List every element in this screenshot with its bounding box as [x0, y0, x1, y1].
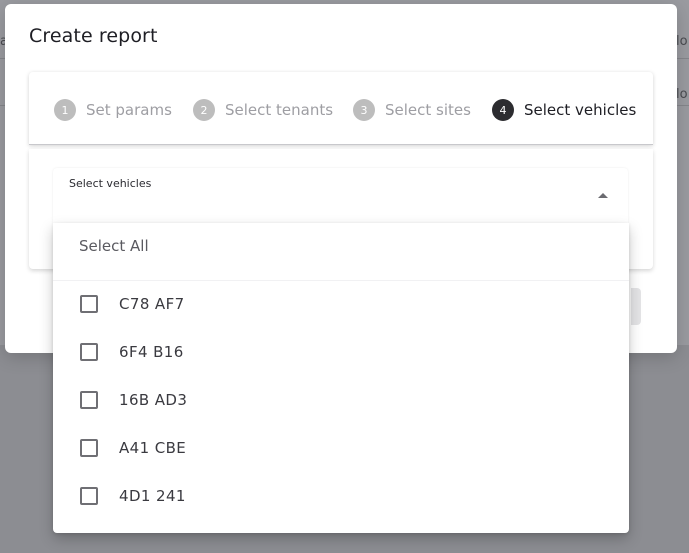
- step-select-tenants[interactable]: 2 Select tenants: [193, 98, 333, 122]
- step-number: 2: [193, 99, 215, 121]
- option-label: 6F4 B16: [119, 343, 184, 361]
- checkbox-icon[interactable]: [80, 343, 98, 361]
- step-label: Select vehicles: [524, 101, 637, 119]
- dialog-title: Create report: [29, 25, 158, 47]
- background-text: lo: [676, 34, 688, 49]
- vehicle-option[interactable]: A41 CBE: [53, 424, 629, 472]
- step-set-params[interactable]: 1 Set params: [54, 98, 172, 122]
- stepper: 1 Set params 2 Select tenants 3 Select s…: [29, 72, 653, 145]
- step-label: Set params: [86, 101, 172, 119]
- step-number: 3: [353, 99, 375, 121]
- arrow-up-icon[interactable]: [598, 193, 608, 198]
- step-select-vehicles[interactable]: 4 Select vehicles: [492, 98, 636, 122]
- vehicles-select[interactable]: Select vehicles: [53, 168, 628, 224]
- vehicles-dropdown: Select All C78 AF7 6F4 B16 16B AD3 A41 C…: [53, 223, 629, 533]
- checkbox-icon[interactable]: [80, 439, 98, 457]
- step-select-sites[interactable]: 3 Select sites: [353, 98, 471, 122]
- step-number: 1: [54, 99, 76, 121]
- checkbox-icon[interactable]: [80, 391, 98, 409]
- step-label: Select tenants: [225, 101, 334, 119]
- vehicle-option[interactable]: 4D1 241: [53, 472, 629, 520]
- select-label: Select vehicles: [69, 177, 152, 190]
- vehicle-option[interactable]: C78 AF7: [53, 280, 629, 328]
- vehicle-option[interactable]: 16B AD3: [53, 376, 629, 424]
- select-all-option[interactable]: Select All: [79, 237, 149, 255]
- option-label: 4D1 241: [119, 487, 186, 505]
- option-label: A41 CBE: [119, 439, 187, 457]
- step-label: Select sites: [385, 101, 471, 119]
- vehicle-option[interactable]: 6F4 B16: [53, 328, 629, 376]
- checkbox-icon[interactable]: [80, 487, 98, 505]
- background-text: lo: [676, 87, 688, 102]
- next-button[interactable]: [631, 288, 641, 325]
- option-label: C78 AF7: [119, 295, 185, 313]
- checkbox-icon[interactable]: [80, 295, 98, 313]
- option-label: 16B AD3: [119, 391, 188, 409]
- step-number: 4: [492, 99, 514, 121]
